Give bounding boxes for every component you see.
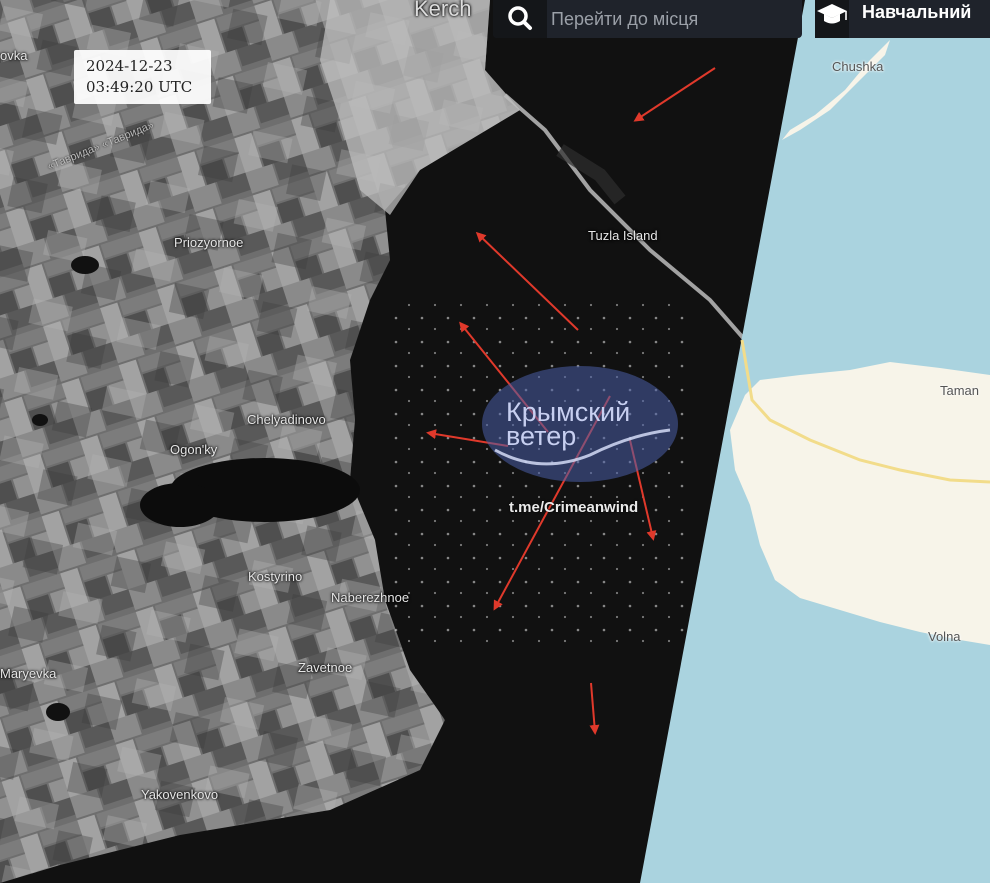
search-button[interactable] [493, 0, 547, 38]
place-label-zavetnoe: Zavetnoe [298, 660, 353, 675]
mode-label: Навчальний [862, 2, 972, 22]
place-label-chelyadinovo: Chelyadinovo [247, 412, 326, 427]
timestamp-box: 2024-12-23 03:49:20 UTC [74, 50, 211, 104]
place-label-yakovenkovo: Yakovenkovo [141, 787, 219, 802]
watermark-name: Крымский ветер [506, 399, 630, 451]
search-bar [493, 0, 802, 38]
search-icon [508, 6, 532, 30]
place-label-ogonky: Ogon'ky [170, 442, 218, 457]
place-label-taman: Taman [940, 383, 980, 398]
graduation-cap-icon [817, 4, 847, 24]
place-label-ovka: ovka [0, 48, 28, 63]
place-label-volna: Volna [928, 629, 961, 644]
timestamp-date: 2024-12-23 [86, 57, 173, 75]
tutorial-mode-button[interactable]: Навчальний [815, 0, 990, 38]
place-label-priozyornoe: Priozyornoe [174, 235, 244, 250]
place-label-chushka: Chushka [832, 59, 884, 74]
place-label-kerch: Kerch [414, 0, 472, 21]
place-label-maryevka: Maryevka [0, 666, 57, 681]
place-label-naberezhnoe: Naberezhnoe [331, 590, 410, 605]
place-label-tuzla: Tuzla Island [588, 228, 658, 243]
mode-icon-box [815, 0, 849, 38]
watermark-name-line2: ветер [506, 421, 577, 451]
watermark-link: t.me/Crimeanwind [509, 499, 639, 516]
place-label-kostyrino: Kostyrino [248, 569, 303, 584]
search-input[interactable] [549, 0, 796, 38]
timestamp-time: 03:49:20 UTC [86, 78, 193, 96]
